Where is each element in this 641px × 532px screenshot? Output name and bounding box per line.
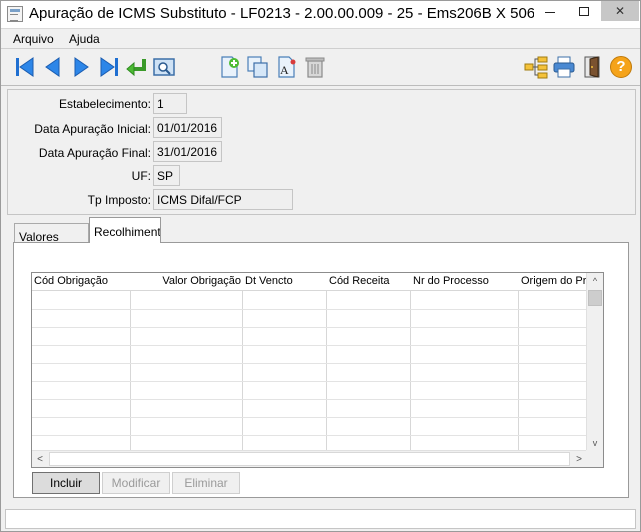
grid-row-divider — [32, 309, 587, 310]
minimize-button[interactable] — [533, 1, 567, 21]
delete-button[interactable]: Eliminar — [172, 472, 240, 494]
svg-text:A: A — [280, 63, 289, 77]
tab-valores[interactable]: Valores — [14, 223, 89, 243]
column-header-nr-processo[interactable]: Nr do Processo — [413, 275, 517, 287]
copy-record-icon[interactable] — [246, 55, 270, 79]
delete-record-icon[interactable] — [303, 55, 327, 79]
scrollbar-corner — [586, 450, 603, 467]
field-uf[interactable]: SP — [153, 165, 180, 186]
label-data-apuracao-inicial: Data Apuração Inicial: — [34, 122, 151, 136]
edit-record-icon[interactable]: A — [275, 55, 299, 79]
first-record-icon[interactable] — [13, 55, 37, 79]
grid-horizontal-scrollbar[interactable]: < > — [32, 450, 587, 467]
grid-column — [327, 273, 411, 451]
grid-column — [243, 273, 327, 451]
modify-button[interactable]: Modificar — [102, 472, 170, 494]
grid-row-divider — [32, 345, 587, 346]
label-tp-imposto: Tp Imposto: — [87, 193, 151, 207]
column-header-cod-receita[interactable]: Cód Receita — [329, 275, 409, 287]
field-tp-imposto[interactable]: ICMS Difal/FCP — [153, 189, 293, 210]
recolhimento-grid[interactable]: Cód Obrigação Valor Obrigação Dt Vencto … — [31, 272, 604, 468]
grid-column — [519, 273, 587, 451]
include-button[interactable]: Incluir — [32, 472, 100, 494]
grid-column — [32, 273, 131, 451]
column-header-valor-obrigacao[interactable]: Valor Obrigação — [133, 275, 241, 287]
scroll-down-icon[interactable]: v — [587, 435, 603, 451]
toolbar: A ? — [1, 50, 640, 86]
help-button[interactable]: ? — [609, 55, 633, 79]
hierarchy-icon[interactable] — [524, 55, 548, 79]
field-estabelecimento[interactable]: 1 — [153, 93, 187, 114]
app-icon — [7, 6, 23, 22]
grid-column — [411, 273, 519, 451]
grid-header: Cód Obrigação Valor Obrigação Dt Vencto … — [32, 273, 587, 291]
goto-icon[interactable] — [124, 55, 148, 79]
search-icon[interactable] — [152, 55, 176, 79]
grid-row-divider — [32, 363, 587, 364]
title-bar[interactable]: Apuração de ICMS Substituto - LF0213 - 2… — [1, 1, 640, 29]
maximize-icon — [579, 6, 589, 16]
vertical-scroll-thumb[interactable] — [588, 290, 602, 306]
grid-row-divider — [32, 435, 587, 436]
grid-row-divider — [32, 399, 587, 400]
status-bar — [5, 509, 636, 529]
field-data-apuracao-final[interactable]: 31/01/2016 — [153, 141, 222, 162]
column-header-origem-processo[interactable]: Origem do Pro — [521, 275, 587, 287]
scroll-right-icon[interactable]: > — [571, 451, 587, 467]
column-header-cod-obrigacao[interactable]: Cód Obrigação — [34, 275, 129, 287]
maximize-button[interactable] — [567, 1, 601, 21]
close-button[interactable]: ✕ — [601, 1, 639, 21]
grid-row-divider — [32, 327, 587, 328]
horizontal-scroll-thumb[interactable] — [49, 452, 570, 466]
field-data-apuracao-inicial[interactable]: 01/01/2016 — [153, 117, 222, 138]
grid-vertical-scrollbar[interactable]: ^ v — [586, 273, 603, 451]
window-title: Apuração de ICMS Substituto - LF0213 - 2… — [29, 5, 534, 22]
help-icon: ? — [616, 58, 626, 75]
new-record-icon[interactable] — [218, 55, 242, 79]
grid-row-divider — [32, 417, 587, 418]
grid-column — [131, 273, 243, 451]
column-header-dt-vencto[interactable]: Dt Vencto — [245, 275, 325, 287]
menu-bar: Arquivo Ajuda — [1, 30, 640, 49]
menu-ajuda[interactable]: Ajuda — [69, 32, 100, 46]
label-data-apuracao-final: Data Apuração Final: — [38, 146, 151, 160]
scroll-left-icon[interactable]: < — [32, 451, 48, 467]
scroll-up-icon[interactable]: ^ — [587, 273, 603, 289]
label-estabelecimento: Estabelecimento: — [58, 97, 151, 111]
close-icon: ✕ — [614, 4, 626, 18]
minimize-icon — [545, 11, 555, 13]
print-icon[interactable] — [552, 55, 576, 79]
tab-recolhimento[interactable]: Recolhimento — [89, 217, 161, 243]
menu-arquivo[interactable]: Arquivo — [13, 32, 54, 46]
exit-icon[interactable] — [581, 55, 605, 79]
grid-row-divider — [32, 381, 587, 382]
next-record-icon[interactable] — [69, 55, 93, 79]
app-window: Apuração de ICMS Substituto - LF0213 - 2… — [0, 0, 641, 532]
last-record-icon[interactable] — [97, 55, 121, 79]
label-uf: UF: — [131, 169, 151, 183]
previous-record-icon[interactable] — [41, 55, 65, 79]
